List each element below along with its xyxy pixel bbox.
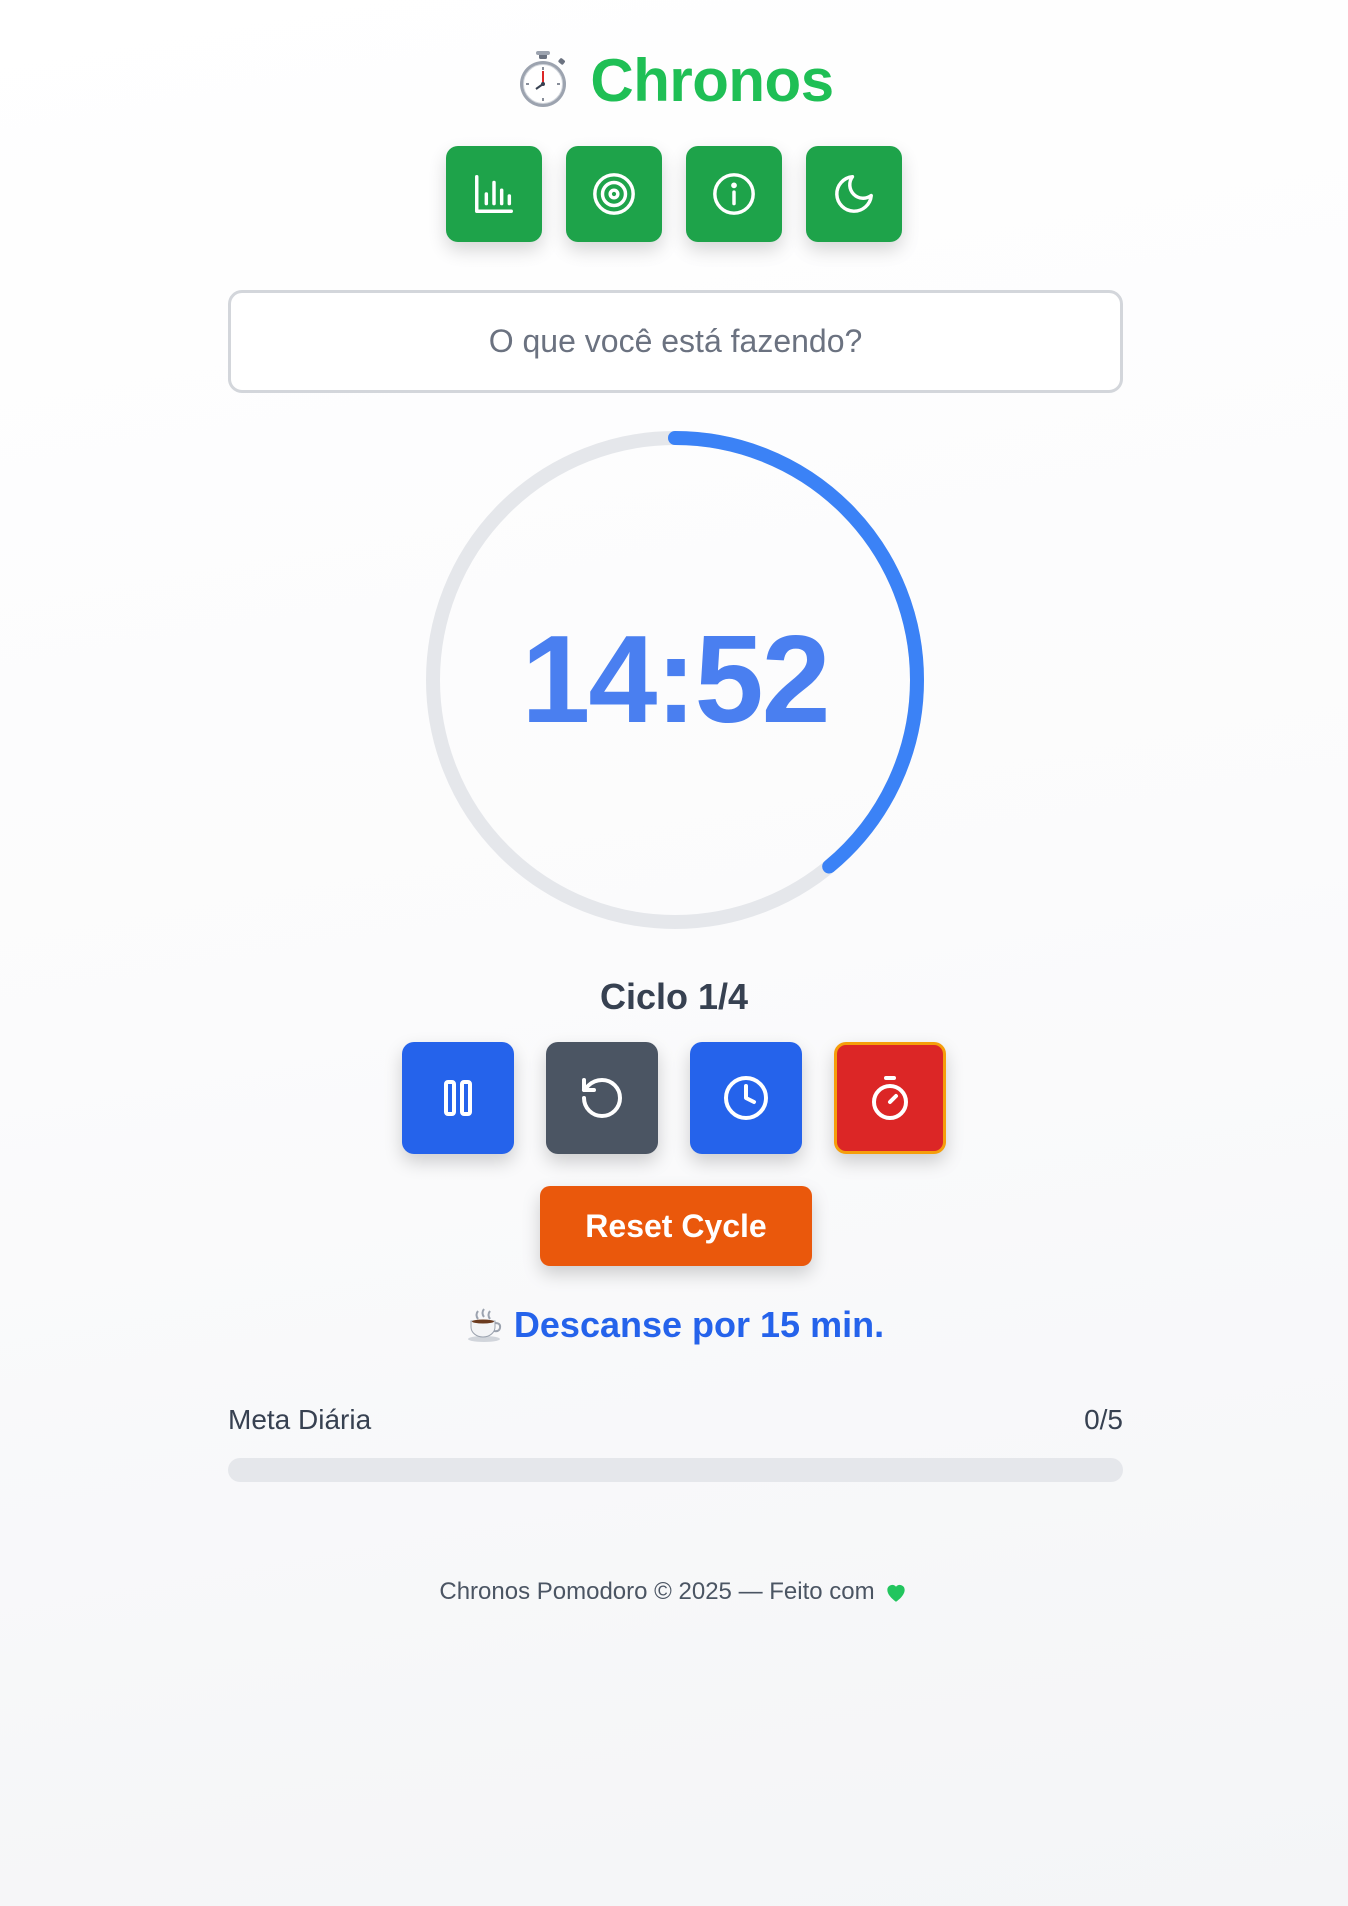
break-message: Descanse por 15 min. [0, 1304, 1348, 1346]
daily-goal-label: Meta Diária [228, 1404, 372, 1435]
stopwatch-icon [520, 51, 567, 107]
clock-button[interactable] [690, 1042, 802, 1154]
target-icon [593, 173, 635, 215]
clock-icon [724, 1076, 768, 1120]
info-button[interactable] [686, 146, 782, 242]
break-message-text: Descanse por 15 min. [513, 1304, 885, 1345]
coffee-icon [467, 1308, 502, 1342]
app-title: Chronos [590, 46, 834, 114]
moon-icon [835, 175, 873, 213]
pause-icon [444, 1080, 472, 1116]
footer: Chronos Pomodoro © 2025 — Feito com [0, 1578, 1348, 1606]
daily-goal-progress [228, 1458, 1123, 1482]
goals-button[interactable] [566, 146, 662, 242]
rotate-ccw-icon [582, 1078, 622, 1118]
restart-button[interactable] [546, 1042, 658, 1154]
daily-goal-count: 0/5 [1084, 1404, 1123, 1435]
cycle-label: Ciclo 1/4 [599, 976, 749, 1017]
timer-ring: 14:52 [425, 430, 925, 930]
timer-mode-button[interactable] [834, 1042, 946, 1154]
header: Chronos [0, 40, 1348, 120]
timer-controls [0, 1042, 1348, 1154]
green-heart-icon [886, 1584, 905, 1602]
info-icon [713, 173, 755, 215]
footer-text: Chronos Pomodoro © 2025 — Feito com [439, 1578, 875, 1605]
timer-icon [872, 1076, 908, 1120]
timer-display: 14:52 [521, 611, 830, 749]
stats-button[interactable] [446, 146, 542, 242]
pause-button[interactable] [402, 1042, 514, 1154]
reset-cycle-button[interactable]: Reset Cycle [540, 1186, 812, 1266]
theme-toggle-button[interactable] [806, 146, 902, 242]
bar-chart-icon [475, 175, 513, 213]
top-toolbar [0, 146, 1348, 242]
daily-goal-row: Meta Diária 0/5 [228, 1404, 1123, 1436]
task-input[interactable] [228, 290, 1123, 393]
app-root: Chronos O que você está fazendo? 14:52 C… [0, 0, 1348, 1906]
